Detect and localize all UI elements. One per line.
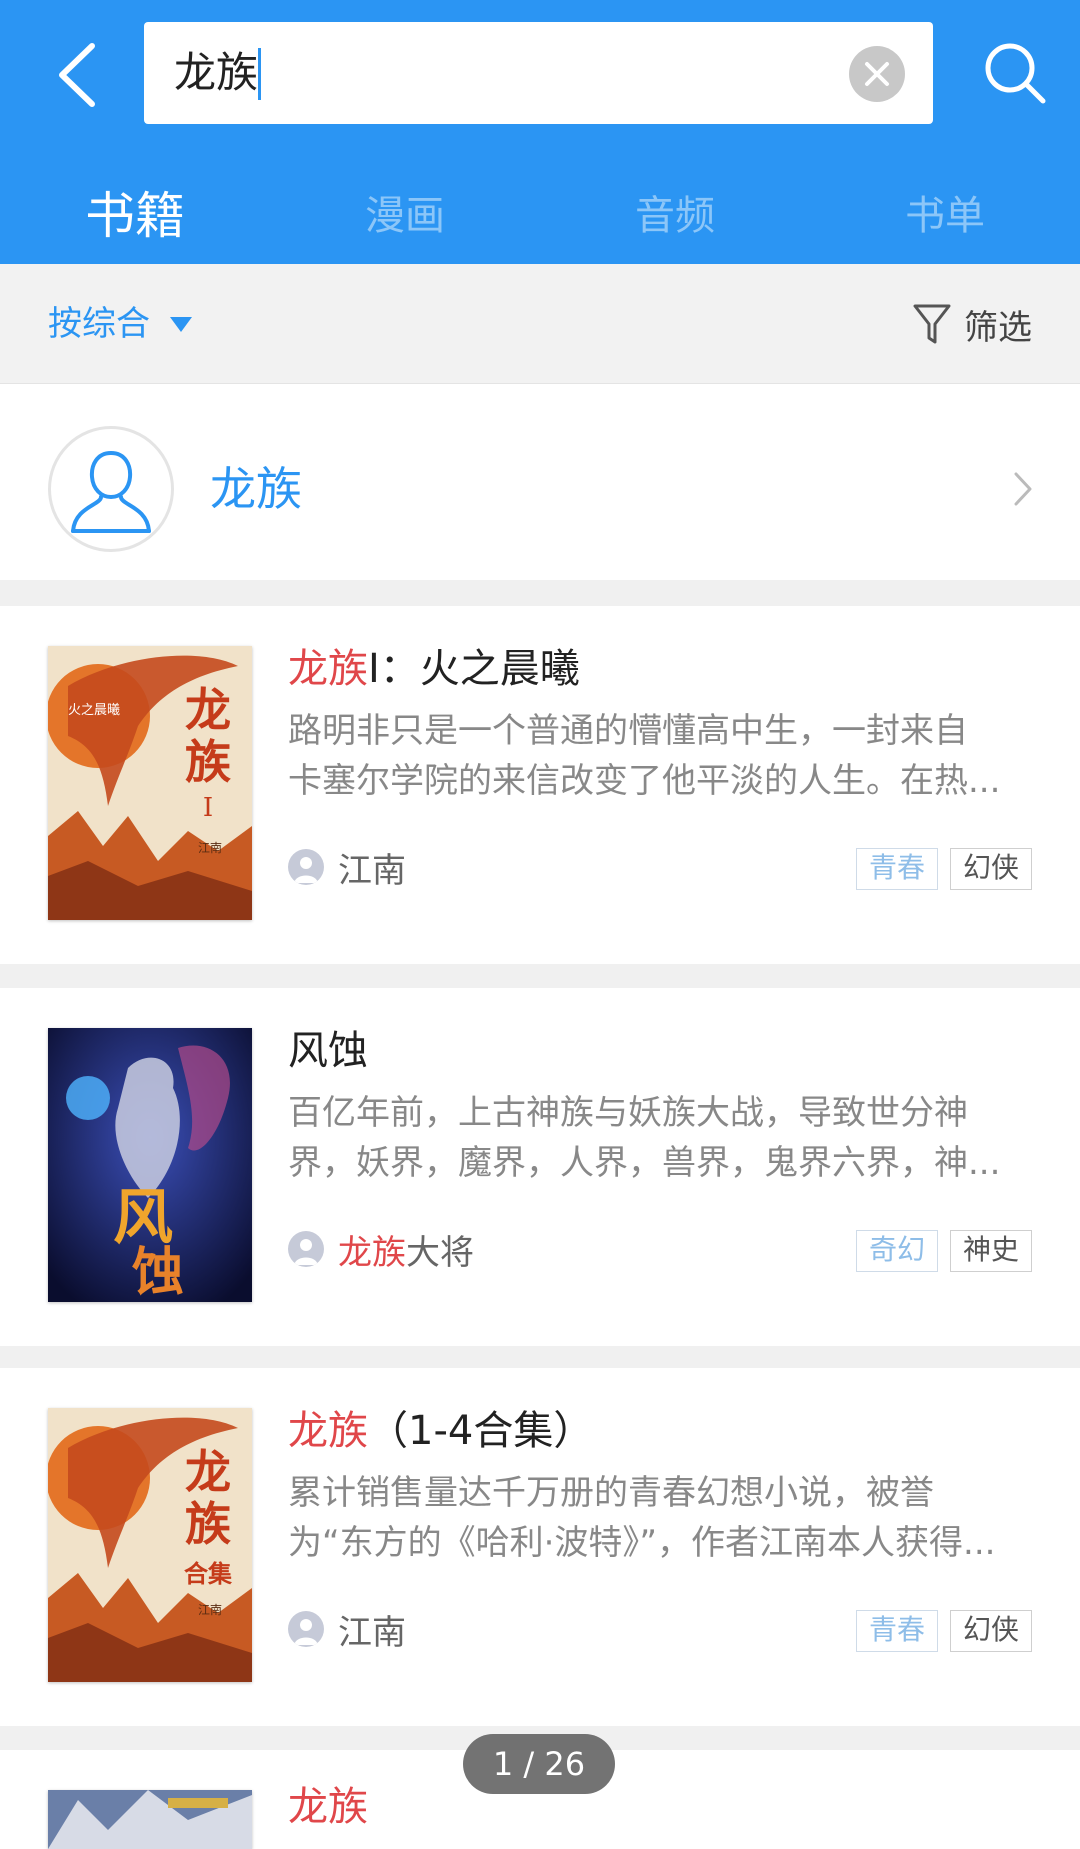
tag[interactable]: 幻侠 [949, 848, 1032, 890]
book-author: 龙族 大将 [288, 1224, 474, 1274]
book-cover-image: 风 蚀 [48, 1028, 252, 1302]
desc-line: 路明非只是一个普通的懵懂高中生，一封来自 [288, 711, 968, 751]
tag-list: 青春 幻侠 [855, 848, 1032, 890]
chevron-right-icon [1014, 472, 1032, 506]
cover-title-top: 龙 [185, 683, 231, 737]
text-caret [258, 48, 261, 100]
clear-search-button[interactable] [849, 46, 905, 102]
desc-line: 百亿年前，上古神族与妖族大战，导致世分神 [288, 1093, 968, 1133]
book-cover: 风 蚀 [48, 1028, 252, 1302]
search-box[interactable]: 龙族 [144, 22, 933, 124]
author-text: 江南 [338, 850, 406, 891]
tag-list: 奇幻 神史 [855, 1230, 1032, 1272]
tab-booklists[interactable]: 书单 [810, 160, 1080, 264]
page-indicator: 1 / 26 [463, 1734, 615, 1794]
desc-line: 卡塞尔学院的来信改变了他平淡的人生。在热... [288, 761, 1001, 801]
book-description: 累计销售量达千万册的青春幻想小说，被誉 为“东方的《哈利·波特》”，作者江南本人… [288, 1468, 1036, 1568]
user-silhouette-icon [71, 450, 151, 533]
tag-list: 青春 幻侠 [855, 1610, 1032, 1652]
funnel-icon [913, 304, 951, 344]
title-highlight: 龙族 [288, 1784, 368, 1830]
title-rest: Ⅰ：火之晨曦 [368, 646, 580, 692]
filter-bar: 按综合 筛选 [0, 264, 1080, 384]
author-icon [288, 1611, 324, 1647]
close-icon [865, 62, 889, 86]
search-button[interactable] [970, 28, 1060, 118]
book-item[interactable]: 龙 族 I 火之晨曦 江南 龙族Ⅰ：火之晨曦 路明非只是一个普通的懵懂高中生，一… [0, 606, 1080, 964]
book-cover-image: 龙 族 合集 江南 [48, 1408, 252, 1682]
book-cover-image: 龙 族 I 火之晨曦 江南 [48, 646, 252, 920]
back-arrow-icon [59, 43, 95, 107]
desc-line: 为“东方的《哈利·波特》”，作者江南本人获得... [288, 1523, 996, 1563]
desc-line: 界，妖界，魔界，人界，兽界，鬼界六界，神... [288, 1143, 1001, 1183]
cover-small-title: 火之晨曦 [68, 702, 120, 718]
author-highlight: 龙族 [338, 1232, 406, 1273]
tag[interactable]: 青春 [855, 848, 938, 890]
search-icon [985, 43, 1046, 104]
tag[interactable]: 青春 [855, 1610, 938, 1652]
avatar [48, 426, 174, 552]
title-rest: （1-4合集） [368, 1408, 594, 1454]
book-item[interactable]: 龙 族 合集 江南 龙族（1-4合集） 累计销售量达千万册的青春幻想小说，被誉 … [0, 1368, 1080, 1726]
book-cover: 龙 族 合集 江南 [48, 1408, 252, 1682]
book-title: 龙族（1-4合集） [288, 1398, 593, 1456]
book-title: 龙族Ⅰ：火之晨曦 [288, 636, 580, 694]
author-text: 江南 [338, 1612, 406, 1653]
tag[interactable]: 奇幻 [855, 1230, 938, 1272]
filter-label: 筛选 [964, 307, 1032, 348]
title-highlight: 龙族 [288, 1408, 368, 1454]
tag[interactable]: 幻侠 [949, 1610, 1032, 1652]
cover-title-bottom: 族 [185, 1497, 231, 1551]
cover-author: 江南 [198, 840, 222, 855]
author-text: 大将 [406, 1232, 474, 1273]
book-cover-image [48, 1790, 252, 1849]
search-input[interactable]: 龙族 [174, 22, 258, 124]
cover-subtitle: 合集 [184, 1559, 233, 1588]
back-button[interactable] [40, 32, 112, 118]
tag[interactable]: 神史 [949, 1230, 1032, 1272]
book-title: 龙族 [288, 1774, 368, 1832]
desc-line: 累计销售量达千万册的青春幻想小说，被誉 [288, 1473, 934, 1513]
top-bar: 龙族 书籍 漫画 音频 书单 [0, 0, 1080, 264]
category-tabs: 书籍 漫画 音频 书单 [0, 160, 1080, 264]
dropdown-triangle-icon [170, 316, 192, 332]
author-result-card[interactable]: 龙族 [0, 384, 1080, 580]
tab-books[interactable]: 书籍 [0, 160, 270, 264]
tab-audio[interactable]: 音频 [540, 160, 810, 264]
author-icon [288, 1231, 324, 1267]
cover-title-bottom: 蚀 [132, 1242, 184, 1302]
author-name: 龙族 [210, 462, 302, 516]
title-highlight: 龙族 [288, 646, 368, 692]
title-rest: 风蚀 [288, 1028, 368, 1074]
book-author: 江南 [288, 1604, 406, 1654]
book-description: 路明非只是一个普通的懵懂高中生，一封来自 卡塞尔学院的来信改变了他平淡的人生。在… [288, 706, 1036, 806]
tab-comics[interactable]: 漫画 [270, 160, 540, 264]
cover-title-bottom: 族 [185, 735, 231, 789]
sort-label: 按综合 [48, 304, 150, 344]
cover-subtitle: I [203, 793, 213, 823]
book-author: 江南 [288, 842, 406, 892]
book-title: 风蚀 [288, 1018, 368, 1076]
cover-title-top: 龙 [185, 1445, 231, 1499]
book-cover [48, 1790, 252, 1849]
book-description: 百亿年前，上古神族与妖族大战，导致世分神 界，妖界，魔界，人界，兽界，鬼界六界，… [288, 1088, 1036, 1188]
cover-author: 江南 [198, 1602, 222, 1617]
sort-dropdown[interactable]: 按综合 [48, 264, 192, 384]
author-icon [288, 849, 324, 885]
filter-button[interactable]: 筛选 [912, 264, 1032, 384]
book-cover: 龙 族 I 火之晨曦 江南 [48, 646, 252, 920]
book-item[interactable]: 风 蚀 风蚀 百亿年前，上古神族与妖族大战，导致世分神 界，妖界，魔界，人界，兽… [0, 988, 1080, 1346]
